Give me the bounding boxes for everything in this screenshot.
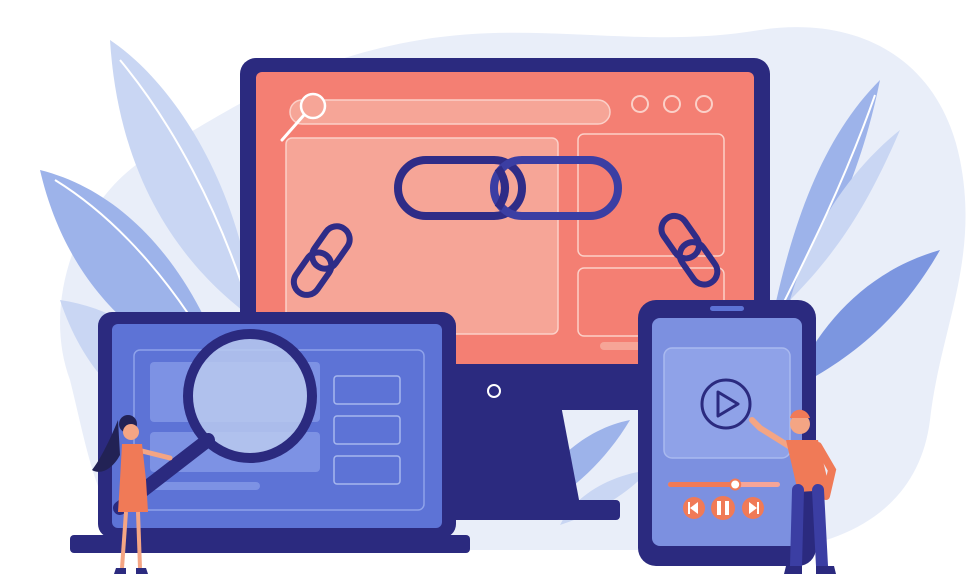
tablet-speaker bbox=[710, 306, 744, 311]
video-panel bbox=[663, 347, 791, 459]
player-progress-knob[interactable] bbox=[729, 478, 742, 491]
player-progress-fill bbox=[668, 482, 736, 487]
pause-icon[interactable] bbox=[711, 496, 735, 520]
previous-icon[interactable] bbox=[683, 497, 705, 519]
tablet bbox=[638, 300, 816, 566]
next-icon[interactable] bbox=[742, 497, 764, 519]
illustration-scene bbox=[0, 0, 978, 577]
laptop-line bbox=[150, 482, 260, 490]
browser-search-bar[interactable] bbox=[289, 99, 611, 125]
illustration-canvas bbox=[40, 27, 966, 574]
laptop-base bbox=[70, 535, 470, 553]
